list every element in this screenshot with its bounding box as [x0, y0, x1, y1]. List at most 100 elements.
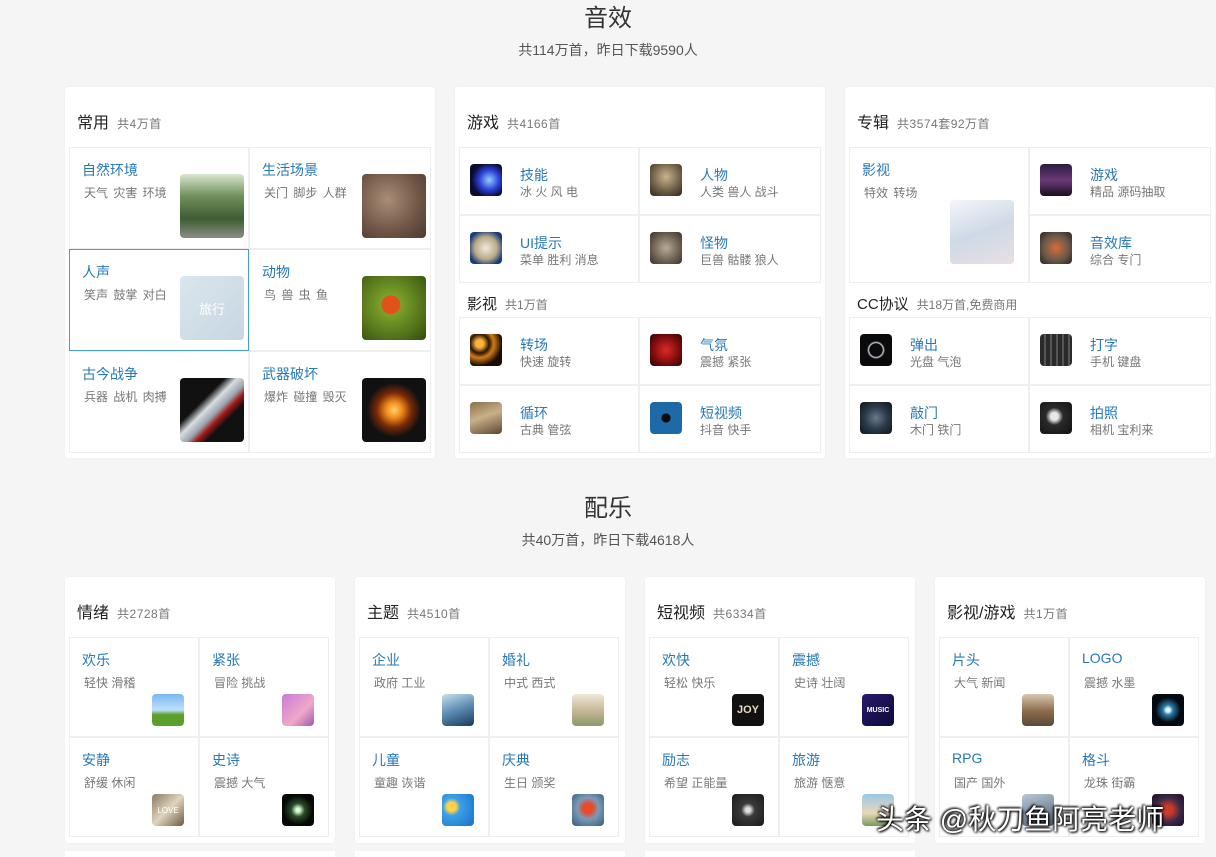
category-skill[interactable]: 技能 冰 火 风 电 — [459, 147, 639, 215]
category-war[interactable]: 古今战争 兵器 战机 肉搏 — [69, 351, 249, 453]
mood-happy[interactable]: 欢乐 轻快 滑稽 — [69, 637, 199, 737]
category-title: UI提示 — [520, 235, 562, 251]
sv-cheerful[interactable]: 欢快 轻松 快乐 JOY — [649, 637, 779, 737]
theme-business[interactable]: 企业 政府 工业 — [359, 637, 489, 737]
category-animal[interactable]: 动物 鸟 兽 虫 鱼 — [249, 249, 431, 351]
category-tags: 鸟 兽 虫 鱼 — [264, 288, 329, 302]
card-album-title: 专辑 — [857, 115, 890, 132]
cc-popup[interactable]: 弹出 光盘 气泡 — [849, 317, 1029, 385]
theme-children[interactable]: 儿童 童趣 诙谐 — [359, 737, 489, 837]
category-short-video[interactable]: 短视频 抖音 快手 — [639, 385, 821, 453]
atmosphere-icon — [650, 334, 682, 366]
album-sfx-library-icon — [1040, 232, 1072, 264]
category-title: 技能 — [520, 167, 548, 183]
album-film[interactable]: 影视 特效 转场 — [849, 147, 1029, 283]
category-title: 音效库 — [1090, 235, 1132, 251]
cc-subheader: CC协议 共18万首,免费商用 — [857, 293, 1017, 314]
card-film-game-title: 影视/游戏 — [947, 605, 1016, 622]
category-voice[interactable]: 人声 笑声 鼓掌 对白 旅行 — [69, 249, 249, 351]
music-section-subtitle: 共40万首，昨日下载4618人 — [521, 532, 695, 548]
film-count: 共1万首 — [505, 298, 548, 312]
category-title: 动物 — [262, 264, 290, 280]
popup-icon — [860, 334, 892, 366]
category-title: 循环 — [520, 405, 548, 421]
watermark-text: 头条 @秋刀鱼阿亮老师 — [876, 804, 1165, 835]
skill-icon — [470, 164, 502, 196]
category-tags: 天气 灾害 环境 — [84, 186, 167, 200]
category-title: 打字 — [1090, 337, 1118, 353]
door-icon — [860, 402, 892, 434]
cc-photo[interactable]: 拍照 相机 宝利来 — [1029, 385, 1211, 453]
card-mood-header: 情绪 共2728首 — [77, 599, 171, 623]
theme-wedding[interactable]: 婚礼 中式 西式 — [489, 637, 619, 737]
music-thumbnail: MUSIC — [862, 694, 894, 726]
category-title: 怪物 — [700, 235, 728, 251]
category-tags: 冰 火 风 电 — [520, 185, 579, 199]
category-title: 儿童 — [372, 752, 400, 768]
forest-thumbnail — [180, 174, 244, 238]
sv-shock[interactable]: 震撼 史诗 壮阔 MUSIC — [779, 637, 909, 737]
category-tags: 爆炸 碰撞 毁灭 — [264, 390, 347, 404]
card-short-video-header: 短视频 共6334首 — [657, 599, 767, 623]
album-game[interactable]: 游戏 精品 源码抽取 — [1029, 147, 1211, 215]
category-tags: 综合 专门 — [1090, 253, 1142, 267]
cc-knock[interactable]: 敲门 木门 铁门 — [849, 385, 1029, 453]
category-tags: 轻松 快乐 — [664, 676, 716, 690]
card-game-title: 游戏 — [467, 115, 500, 132]
category-tags: 手机 键盘 — [1090, 355, 1142, 369]
category-title: 自然环境 — [82, 162, 138, 178]
category-tags: 震撼 紧张 — [700, 355, 752, 369]
sfx-section-header: 音效 共114万首，昨日下载9590人 — [0, 4, 1216, 60]
category-tags: 抖音 快手 — [700, 423, 752, 437]
category-tags: 震撼 水墨 — [1084, 676, 1136, 690]
fg-opening[interactable]: 片头 大气 新闻 — [939, 637, 1069, 737]
travel-thumbnail: 旅行 — [180, 276, 244, 340]
category-tags: 快速 旋转 — [520, 355, 572, 369]
category-tags: 冒险 挑战 — [214, 676, 266, 690]
card-common-header: 常用 共4万首 — [77, 109, 162, 133]
category-title: 企业 — [372, 652, 400, 668]
explosion-thumbnail — [362, 378, 426, 442]
category-title: 史诗 — [212, 752, 240, 768]
category-ui-tip[interactable]: UI提示 菜单 胜利 消息 — [459, 215, 639, 283]
category-monster[interactable]: 怪物 巨兽 骷髅 狼人 — [639, 215, 821, 283]
category-title: 生活场景 — [262, 162, 318, 178]
category-title: 庆典 — [502, 752, 530, 768]
category-atmosphere[interactable]: 气氛 震撼 紧张 — [639, 317, 821, 385]
mood-quiet[interactable]: 安静 舒缓 休闲 LOVE — [69, 737, 199, 837]
inspire-thumbnail — [732, 794, 764, 826]
category-life-scene[interactable]: 生活场景 关门 脚步 人群 — [249, 147, 431, 249]
cc-count: 共18万首,免费商用 — [916, 298, 1018, 312]
card-theme-count: 共4510首 — [407, 607, 461, 621]
category-tags: 震撼 大气 — [214, 776, 266, 790]
category-weapon-destruction[interactable]: 武器破坏 爆炸 碰撞 毁灭 — [249, 351, 431, 453]
category-title: 转场 — [520, 337, 548, 353]
film-subheader: 影视 共1万首 — [467, 293, 548, 314]
theme-celebration[interactable]: 庆典 生日 颁奖 — [489, 737, 619, 837]
category-nature[interactable]: 自然环境 天气 灾害 环境 — [69, 147, 249, 249]
category-title: 敲门 — [910, 405, 938, 421]
category-transition[interactable]: 转场 快速 旋转 — [459, 317, 639, 385]
fg-logo[interactable]: LOGO 震撼 水墨 — [1069, 637, 1199, 737]
cc-typing[interactable]: 打字 手机 键盘 — [1029, 317, 1211, 385]
album-game-icon — [1040, 164, 1072, 196]
category-title: 人声 — [82, 264, 110, 280]
logo-thumbnail — [1152, 694, 1184, 726]
card-common-count: 共4万首 — [117, 117, 162, 131]
camera-icon — [1040, 402, 1072, 434]
mood-epic[interactable]: 史诗 震撼 大气 — [199, 737, 329, 837]
card-mood: 情绪 共2728首 欢乐 轻快 滑稽 紧张 冒险 挑战 安静 舒缓 休闲 LOVE… — [65, 577, 335, 843]
mood-tense[interactable]: 紧张 冒险 挑战 — [199, 637, 329, 737]
sfx-section-subtitle: 共114万首，昨日下载9590人 — [518, 42, 698, 58]
album-sfx-library[interactable]: 音效库 综合 专门 — [1029, 215, 1211, 283]
category-loop[interactable]: 循环 古典 管弦 — [459, 385, 639, 453]
category-title: 欢快 — [662, 652, 690, 668]
card-album-cc: 专辑 共3574套92万首 影视 特效 转场 游戏 精品 源码抽取 音效库 综合 … — [845, 87, 1215, 458]
next-card-1 — [65, 851, 335, 857]
sv-inspire[interactable]: 励志 希望 正能量 — [649, 737, 779, 837]
sfx-section-title: 音效 — [584, 5, 632, 32]
category-character[interactable]: 人物 人类 兽人 战斗 — [639, 147, 821, 215]
sword-thumbnail — [180, 378, 244, 442]
category-tags: 史诗 壮阔 — [794, 676, 846, 690]
card-game-header: 游戏 共4166首 — [467, 109, 561, 133]
